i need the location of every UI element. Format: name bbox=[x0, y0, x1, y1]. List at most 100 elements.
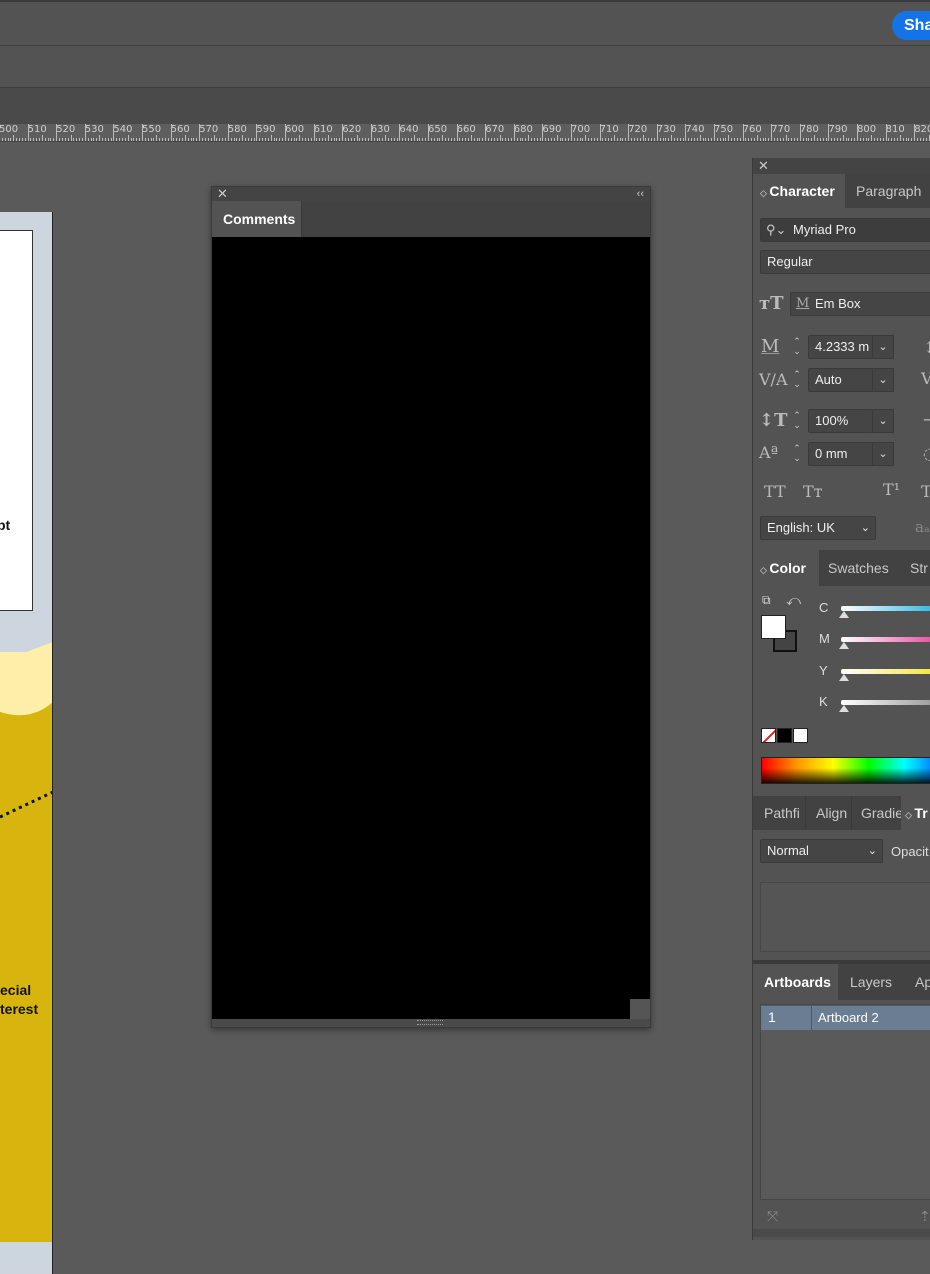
touch-type-icon[interactable]: ᴛT bbox=[759, 293, 784, 314]
comments-panel-header[interactable]: ✕ ‹‹ bbox=[212, 187, 650, 201]
ruler-mark bbox=[407, 138, 409, 141]
ruler-mark bbox=[259, 138, 261, 141]
tab-align[interactable]: Align bbox=[805, 796, 851, 830]
tab-gradient[interactable]: Gradie bbox=[851, 796, 901, 830]
ruler-mark bbox=[162, 138, 164, 141]
em-box-field[interactable]: M Em Box bbox=[790, 292, 930, 316]
tab-stroke[interactable]: Str bbox=[910, 550, 930, 586]
channel-slider-thumb[interactable] bbox=[839, 611, 849, 618]
chevron-down-icon[interactable]: ⌄ bbox=[872, 442, 894, 466]
ruler-mark bbox=[379, 138, 381, 141]
ruler-mark bbox=[508, 138, 510, 141]
ruler-mark bbox=[662, 138, 664, 141]
move-up-icon[interactable]: ⇡ bbox=[919, 1208, 930, 1225]
chevron-down-icon[interactable]: ⌄ bbox=[872, 335, 894, 359]
ruler-mark bbox=[113, 124, 115, 141]
ruler-mark bbox=[636, 138, 638, 141]
anti-aliasing-icon: aₐ bbox=[915, 518, 930, 536]
vertical-scale-stepper[interactable]: ⌃ ⌄ bbox=[790, 410, 804, 434]
ruler-mark bbox=[490, 138, 492, 141]
ruler-mark bbox=[756, 135, 758, 141]
swap-default-icon[interactable]: ⧉ bbox=[762, 593, 771, 608]
small-caps-button[interactable]: Tт bbox=[803, 482, 823, 501]
channel-slider-track[interactable] bbox=[841, 637, 930, 642]
ruler-mark bbox=[602, 138, 604, 141]
ruler-mark bbox=[619, 138, 621, 141]
comments-body[interactable] bbox=[212, 237, 650, 1019]
drag-handle-icon[interactable] bbox=[417, 1020, 443, 1025]
baseline-shift-field[interactable]: 0 mm bbox=[808, 442, 873, 466]
baseline-shift-stepper[interactable]: ⌃ ⌄ bbox=[790, 443, 804, 467]
ruler-mark bbox=[788, 138, 790, 141]
ruler-mark bbox=[771, 124, 773, 141]
font-family-field[interactable]: ⚲⌄ Myriad Pro bbox=[760, 218, 930, 242]
collapse-icon[interactable]: ‹‹ bbox=[637, 188, 644, 200]
all-caps-button[interactable]: TT bbox=[764, 482, 786, 501]
channel-slider-thumb[interactable] bbox=[839, 674, 849, 681]
ruler-mark bbox=[648, 138, 650, 141]
rearrange-artboards-icon[interactable]: ⤧ bbox=[767, 1208, 778, 1225]
channel-slider-track[interactable] bbox=[841, 700, 930, 705]
kerning-field[interactable]: Auto bbox=[808, 368, 873, 392]
ruler-mark bbox=[445, 138, 447, 141]
blend-mode-select[interactable]: Normal ⌄ bbox=[760, 839, 883, 863]
white-swatch[interactable] bbox=[793, 728, 808, 743]
vertical-scale-field[interactable]: 100% bbox=[808, 409, 873, 433]
ruler-mark bbox=[625, 138, 627, 141]
chevron-down-icon[interactable]: ⌄ bbox=[872, 368, 894, 392]
share-button[interactable]: Sha bbox=[892, 11, 930, 40]
channel-slider-thumb[interactable] bbox=[839, 705, 849, 712]
document-tab-bar bbox=[0, 88, 930, 124]
ruler-mark bbox=[854, 138, 856, 141]
ruler-mark bbox=[831, 138, 833, 141]
ruler-tick-label: 720 bbox=[628, 124, 648, 135]
ruler-mark bbox=[428, 124, 429, 141]
ruler-mark bbox=[276, 138, 278, 141]
color-spectrum[interactable] bbox=[761, 757, 930, 784]
font-size-stepper[interactable]: ⌃ ⌄ bbox=[790, 336, 804, 360]
ruler-mark bbox=[734, 138, 736, 141]
font-size-field[interactable]: 4.2333 m bbox=[808, 335, 873, 359]
black-swatch[interactable] bbox=[777, 728, 792, 743]
ruler-mark bbox=[879, 138, 881, 141]
tab-appearance[interactable]: Ap bbox=[915, 964, 930, 1000]
ruler-mark bbox=[582, 138, 584, 141]
tab-pathfinder[interactable]: Pathfi bbox=[753, 796, 805, 830]
channel-slider-thumb[interactable] bbox=[839, 642, 849, 649]
resize-grip[interactable] bbox=[630, 999, 650, 1019]
list-item[interactable]: 1 Artboard 2 bbox=[761, 1006, 930, 1030]
tab-paragraph[interactable]: Paragraph bbox=[856, 174, 930, 208]
tab-character[interactable]: ◇ Character bbox=[753, 174, 845, 208]
ruler-mark bbox=[107, 138, 109, 141]
channel-slider-track[interactable] bbox=[841, 606, 930, 611]
font-style-field[interactable]: Regular bbox=[760, 250, 930, 274]
artboards-footer[interactable] bbox=[753, 1229, 930, 1237]
superscript-button[interactable]: T¹ bbox=[883, 480, 900, 499]
channel-slider-track[interactable] bbox=[841, 669, 930, 674]
tab-layers[interactable]: Layers bbox=[850, 964, 900, 1000]
ruler-mark bbox=[914, 124, 916, 141]
none-swatch[interactable] bbox=[761, 728, 776, 743]
tab-comments[interactable]: Comments bbox=[212, 201, 302, 237]
ruler-mark bbox=[774, 138, 776, 141]
subscript-button[interactable]: T bbox=[921, 482, 930, 501]
swap-arrows-icon[interactable]: ⤺ bbox=[786, 592, 801, 609]
chevron-down-icon[interactable]: ⌄ bbox=[872, 409, 894, 433]
close-icon[interactable]: ✕ bbox=[758, 159, 769, 172]
tab-color[interactable]: ◇ Color bbox=[753, 550, 819, 586]
close-icon[interactable]: ✕ bbox=[217, 187, 228, 200]
ruler-mark bbox=[548, 138, 550, 141]
ruler-mark bbox=[339, 138, 341, 141]
tab-swatches[interactable]: Swatches bbox=[828, 550, 898, 586]
ruler-tick-label: 630 bbox=[370, 124, 390, 135]
ruler-mark bbox=[805, 138, 807, 141]
ruler-mark bbox=[119, 138, 121, 141]
tab-artboards[interactable]: Artboards bbox=[753, 964, 838, 1000]
kerning-stepper[interactable]: ⌃ ⌄ bbox=[790, 369, 804, 393]
tab-transparency[interactable]: ◇ Tr bbox=[901, 796, 930, 830]
language-select[interactable]: English: UK ⌄ bbox=[760, 516, 876, 540]
ruler-mark bbox=[302, 138, 304, 141]
comments-footer[interactable] bbox=[212, 1019, 650, 1027]
opacity-label: Opacit bbox=[891, 844, 929, 859]
fill-swatch[interactable] bbox=[761, 615, 786, 639]
